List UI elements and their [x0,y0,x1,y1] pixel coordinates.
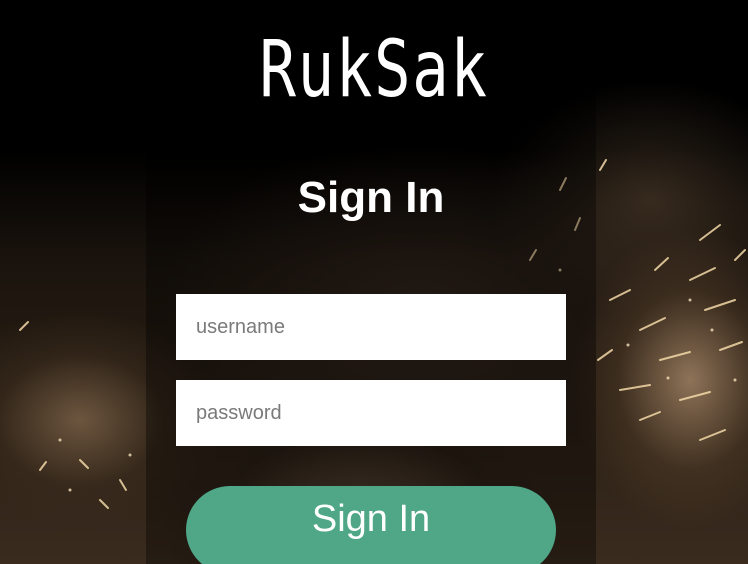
password-input[interactable] [176,380,566,446]
login-screen: RukSak Sign In Sign In [0,0,748,564]
username-input[interactable] [176,294,566,360]
brand-logo: RukSak [259,25,489,115]
page-title: Sign In [297,173,445,222]
sign-in-button[interactable]: Sign In [186,486,556,564]
